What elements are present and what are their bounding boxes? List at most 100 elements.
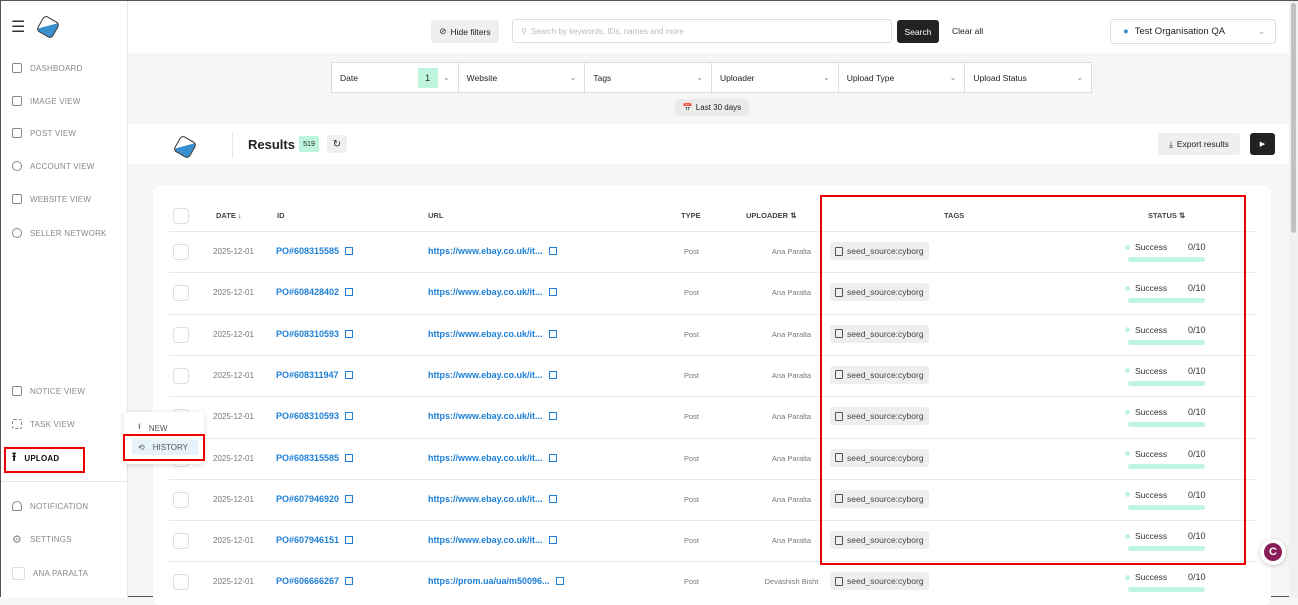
scrollbar-thumb[interactable] <box>1291 3 1296 233</box>
external-link-icon[interactable] <box>345 494 354 503</box>
nav-upload[interactable]: ⭱ UPLOAD <box>1 448 128 468</box>
table-row[interactable]: 2025-12-01 PO#608310593 https://www.ebay… <box>169 396 1255 437</box>
external-link-icon[interactable] <box>548 412 557 421</box>
table-row[interactable]: 2025-12-01 PO#607946920 https://www.ebay… <box>169 478 1255 520</box>
table-row[interactable]: 2025-12-01 PO#608310593 https://www.ebay… <box>169 313 1255 355</box>
row-checkbox[interactable] <box>173 326 189 343</box>
tag-chip[interactable]: seed_source:cyborg <box>830 365 929 384</box>
nav-post-view[interactable]: POST VIEW <box>1 123 128 143</box>
external-link-icon[interactable] <box>548 453 557 462</box>
table-row[interactable]: 2025-12-01 PO#608315585 https://www.ebay… <box>169 231 1255 272</box>
cell-url-link[interactable]: https://www.ebay.co.uk/it... <box>428 535 557 545</box>
tag-chip[interactable]: seed_source:cyborg <box>830 572 929 591</box>
nav-profile[interactable]: ANA PARALTA <box>1 563 128 583</box>
nav-notice-view[interactable]: NOTICE VIEW <box>1 381 128 401</box>
cell-url-link[interactable]: https://www.ebay.co.uk/it... <box>428 246 557 256</box>
external-link-icon[interactable] <box>345 453 354 462</box>
table-row[interactable]: 2025-12-01 PO#608428402 https://www.ebay… <box>169 272 1255 313</box>
table-row[interactable]: 2025-12-01 PO#606666267 https://prom.ua/… <box>169 561 1255 602</box>
app-logo[interactable] <box>36 14 61 40</box>
nav-task-view[interactable]: TASK VIEW <box>1 414 128 434</box>
row-checkbox[interactable] <box>173 574 189 591</box>
expand-panel-button[interactable]: ▶ <box>1250 133 1275 155</box>
cell-url-link[interactable]: https://www.ebay.co.uk/it... <box>428 494 557 504</box>
row-checkbox[interactable] <box>173 367 189 384</box>
menu-icon[interactable]: ☰ <box>11 17 25 37</box>
external-link-icon[interactable] <box>548 536 557 545</box>
status-progress-text: 0/10 <box>1188 531 1206 542</box>
tag-chip[interactable]: seed_source:cyborg <box>830 407 929 426</box>
clear-all-button[interactable]: Clear all <box>952 26 983 36</box>
filter-website[interactable]: Website ⌄ <box>459 63 586 92</box>
chat-button[interactable]: C <box>1260 539 1286 565</box>
cell-id-link[interactable]: PO#608310593 <box>276 411 354 421</box>
nav-seller-network[interactable]: SELLER NETWORK <box>1 223 128 243</box>
header-uploader[interactable]: UPLOADER ⇅ <box>746 211 796 220</box>
table-row[interactable]: 2025-12-01 PO#608315585 https://www.ebay… <box>169 437 1255 479</box>
tag-chip[interactable]: seed_source:cyborg <box>830 283 929 302</box>
refresh-button[interactable]: ↻ <box>327 135 347 153</box>
organisation-select[interactable]: ● Test Organisation QA ⌄ <box>1110 19 1276 44</box>
external-link-icon[interactable] <box>345 577 354 586</box>
external-link-icon[interactable] <box>555 577 564 586</box>
external-link-icon[interactable] <box>548 494 557 503</box>
external-link-icon[interactable] <box>345 329 354 338</box>
cell-url-link[interactable]: https://www.ebay.co.uk/it... <box>428 370 557 380</box>
filter-date[interactable]: Date 1 ⌄ <box>332 63 459 92</box>
cell-id-link[interactable]: PO#608315585 <box>276 246 354 256</box>
external-link-icon[interactable] <box>344 370 353 379</box>
submenu-history[interactable]: ⟲ HISTORY <box>132 439 198 455</box>
nav-account-view[interactable]: ACCOUNT VIEW <box>1 156 128 176</box>
nav-website-view[interactable]: WEBSITE VIEW <box>1 189 128 209</box>
external-link-icon[interactable] <box>345 536 354 545</box>
cell-url-link[interactable]: https://www.ebay.co.uk/it... <box>428 287 557 297</box>
external-link-icon[interactable] <box>345 412 354 421</box>
nav-image-view[interactable]: IMAGE VIEW <box>1 91 128 111</box>
row-checkbox[interactable] <box>173 533 189 550</box>
filter-upload-status[interactable]: Upload Status ⌄ <box>965 63 1091 92</box>
row-checkbox[interactable] <box>173 491 189 508</box>
nav-notification[interactable]: NOTIFICATION <box>1 496 128 516</box>
scrollbar[interactable] <box>1289 1 1298 598</box>
cell-id-link[interactable]: PO#607946151 <box>276 535 354 545</box>
header-date[interactable]: DATE ↓ <box>216 211 242 220</box>
header-status[interactable]: STATUS ⇅ <box>1148 211 1185 220</box>
cell-url-link[interactable]: https://www.ebay.co.uk/it... <box>428 453 557 463</box>
nav-dashboard[interactable]: DASHBOARD <box>1 58 128 78</box>
search-input[interactable]: ⚲ Search by keywords, IDs, names and more <box>512 19 892 43</box>
external-link-icon[interactable] <box>345 288 354 297</box>
external-link-icon[interactable] <box>548 329 557 338</box>
cell-id-link[interactable]: PO#606666267 <box>276 576 354 586</box>
cell-id-link[interactable]: PO#608310593 <box>276 329 354 339</box>
date-range-chip[interactable]: 📅 Last 30 days <box>675 99 749 116</box>
external-link-icon[interactable] <box>548 370 557 379</box>
export-results-button[interactable]: ⤓ Export results <box>1158 133 1240 155</box>
tag-chip[interactable]: seed_source:cyborg <box>830 489 929 508</box>
row-checkbox[interactable] <box>173 285 189 302</box>
hide-filters-button[interactable]: ⊘ Hide filters <box>431 20 499 43</box>
tag-chip[interactable]: seed_source:cyborg <box>830 324 929 343</box>
cell-id-link[interactable]: PO#608428402 <box>276 287 354 297</box>
external-link-icon[interactable] <box>345 247 354 255</box>
cell-id-link[interactable]: PO#608311947 <box>276 370 353 380</box>
table-row[interactable]: 2025-12-01 PO#607946151 https://www.ebay… <box>169 520 1255 561</box>
cell-url-link[interactable]: https://www.ebay.co.uk/it... <box>428 329 557 339</box>
cell-url-link[interactable]: https://prom.ua/ua/m50096... <box>428 576 564 586</box>
filter-tags[interactable]: Tags ⌄ <box>585 63 713 92</box>
filter-upload-type[interactable]: Upload Type ⌄ <box>839 63 966 92</box>
cell-id-link[interactable]: PO#607946920 <box>276 494 354 504</box>
tag-chip[interactable]: seed_source:cyborg <box>830 242 929 260</box>
search-button[interactable]: Search <box>897 20 939 43</box>
external-link-icon[interactable] <box>548 288 557 297</box>
row-checkbox[interactable] <box>173 244 189 260</box>
select-all-checkbox[interactable] <box>173 208 189 224</box>
tag-chip[interactable]: seed_source:cyborg <box>830 531 929 550</box>
external-link-icon[interactable] <box>548 247 557 255</box>
table-row[interactable]: 2025-12-01 PO#608311947 https://www.ebay… <box>169 354 1255 396</box>
filter-uploader[interactable]: Uploader ⌄ <box>712 63 839 92</box>
cell-id-link[interactable]: PO#608315585 <box>276 453 354 463</box>
cell-url-link[interactable]: https://www.ebay.co.uk/it... <box>428 411 557 421</box>
nav-settings[interactable]: ⚙ SETTINGS <box>1 529 128 549</box>
submenu-new[interactable]: ⭱ NEW <box>132 420 198 436</box>
tag-chip[interactable]: seed_source:cyborg <box>830 448 929 467</box>
